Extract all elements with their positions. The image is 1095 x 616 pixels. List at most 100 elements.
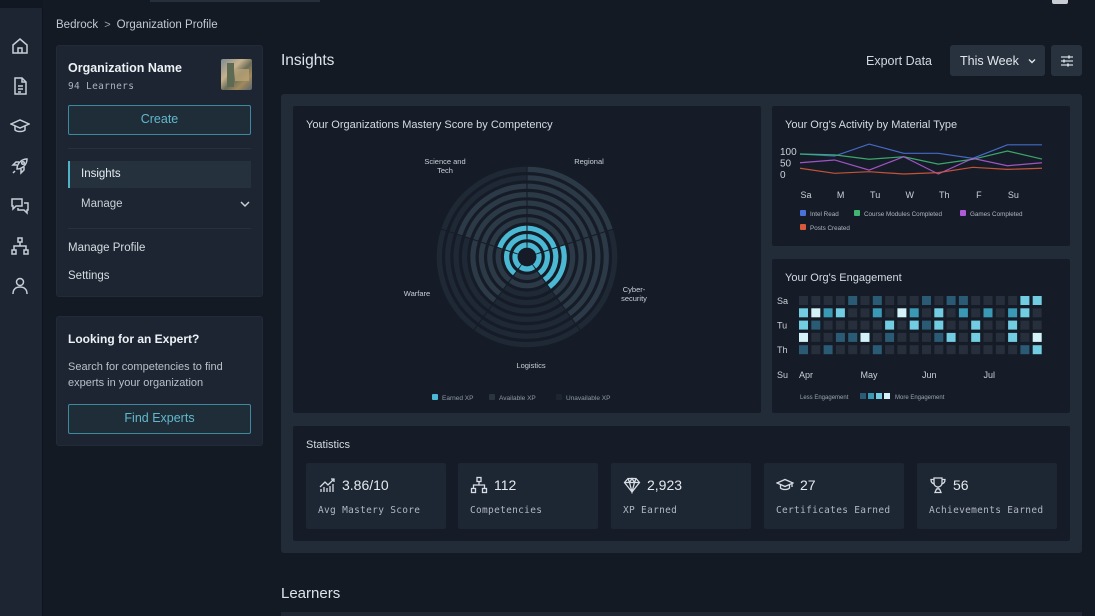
breadcrumb-root[interactable]: Bedrock	[56, 19, 98, 31]
breadcrumb: Bedrock > Organization Profile	[56, 19, 218, 31]
heatmap-cell	[811, 296, 821, 305]
heatmap-cell	[1008, 345, 1018, 355]
heatmap-cell	[983, 320, 993, 330]
nav-manage-profile[interactable]: Manage Profile	[68, 242, 145, 254]
line-legend-label: Posts Created	[810, 225, 850, 232]
heatmap-cell	[823, 308, 833, 318]
home-icon[interactable]	[10, 36, 30, 56]
heatmap-cell	[958, 320, 968, 330]
line-x-tick: M	[837, 190, 845, 200]
radial-segment-available	[513, 271, 541, 280]
learners-table-top	[281, 612, 1082, 616]
heatmap-cell	[860, 296, 870, 305]
heatmap-cell	[1020, 345, 1030, 355]
heatmap-legend-less: Less Engagement	[800, 395, 849, 401]
heatmap-cell	[848, 345, 858, 355]
nav-manage-label: Manage	[81, 198, 123, 210]
stat-label: XP Earned	[623, 505, 678, 516]
find-experts-button[interactable]: Find Experts	[68, 404, 251, 434]
heatmap-cell	[835, 308, 845, 318]
heatmap-cell	[1008, 308, 1018, 318]
heatmap-cell	[1020, 308, 1030, 318]
radial-legend-swatch	[489, 394, 495, 400]
export-data-link[interactable]: Export Data	[866, 54, 932, 68]
heatmap-cell	[909, 320, 919, 330]
heatmap-cell	[799, 296, 808, 305]
graduation-cap-icon[interactable]	[9, 116, 31, 136]
heatmap-legend-swatch	[860, 393, 866, 399]
heatmap-cell	[872, 345, 882, 355]
heatmap-cell	[1008, 296, 1018, 305]
heatmap-cell	[799, 308, 808, 318]
heatmap-cell	[799, 332, 808, 342]
heatmap-cell	[897, 296, 907, 305]
line-x-tick: Su	[1008, 190, 1019, 200]
period-select[interactable]: This Week	[950, 45, 1045, 76]
radial-category-label: Regional	[574, 157, 604, 166]
learner-count: 94 Learners	[68, 81, 135, 92]
heatmap-cell	[971, 308, 981, 318]
document-icon[interactable]	[10, 76, 30, 96]
heatmap-cell	[799, 345, 808, 355]
heatmap-cell	[909, 345, 919, 355]
rail-top	[0, 0, 43, 8]
trophy-icon	[929, 476, 947, 494]
insights-panel: Your Organizations Mastery Score by Comp…	[281, 94, 1082, 553]
nav-insights[interactable]: Insights	[68, 161, 251, 188]
line-legend-swatch	[854, 210, 860, 216]
heatmap-row-label: Tu	[777, 321, 787, 331]
nav-settings[interactable]: Settings	[68, 270, 110, 282]
window-control[interactable]	[1052, 0, 1068, 4]
icon-rail	[0, 0, 43, 616]
heatmap-cell	[946, 345, 956, 355]
heatmap-cell	[995, 345, 1005, 355]
heatmap-month-label: Jul	[984, 370, 996, 380]
breadcrumb-current: Organization Profile	[116, 19, 218, 31]
heatmap-cell	[983, 332, 993, 342]
heatmap-cell	[848, 332, 858, 342]
heatmap-legend-swatch	[868, 393, 874, 399]
line-y-tick: 0	[780, 170, 786, 181]
line-y-tick: 50	[780, 159, 792, 170]
radial-segment-earned	[513, 242, 527, 255]
stat-card-mastery: 3.86/10 Avg Mastery Score	[306, 463, 446, 529]
heatmap-cell	[897, 320, 907, 330]
heatmap-legend-swatch	[876, 393, 882, 399]
heatmap-cell	[897, 308, 907, 318]
line-x-tick: Sa	[800, 190, 811, 200]
heatmap-cell	[958, 332, 968, 342]
heatmap-cell	[860, 320, 870, 330]
heatmap-cell	[922, 308, 931, 318]
expert-card-description: Search for competencies to find experts …	[68, 361, 223, 389]
heatmap-cell	[835, 332, 845, 342]
rocket-icon[interactable]	[10, 156, 30, 176]
radial-legend-label: Available XP	[499, 395, 536, 402]
line-x-tick: W	[905, 190, 914, 200]
graduation-cap-icon	[775, 476, 795, 494]
learners-section-title: Learners	[281, 585, 341, 602]
divider	[68, 148, 251, 149]
sliders-icon	[1060, 55, 1073, 66]
line-legend-label: Course Modules Completed	[864, 211, 943, 218]
line-legend-label: Intel Read	[810, 211, 839, 218]
heatmap-cell	[835, 320, 845, 330]
activity-chart-panel: Your Org's Activity by Material Type 100…	[772, 106, 1070, 246]
chat-icon[interactable]	[10, 196, 30, 216]
create-button[interactable]: Create	[68, 105, 251, 135]
line-series-posts-created	[799, 166, 1043, 175]
org-chart-icon[interactable]	[10, 236, 30, 256]
radial-segment-earned	[527, 242, 541, 255]
heatmap-cell	[872, 332, 882, 342]
heatmap-cell	[971, 296, 981, 305]
radial-category-label: Warfare	[404, 289, 430, 298]
nav-manage[interactable]: Manage	[81, 196, 251, 212]
user-icon[interactable]	[10, 276, 30, 296]
heatmap-row-label: Sa	[777, 296, 788, 306]
engagement-heatmap: Sa Tu Th Su Apr May Jun Jul Less Engagement Mor…	[777, 296, 1042, 401]
heatmap-cell	[946, 320, 956, 330]
heatmap-cell	[811, 332, 821, 342]
filter-button[interactable]	[1051, 45, 1082, 76]
heatmap-cell	[811, 308, 821, 318]
heatmap-cell	[885, 320, 895, 330]
radial-segment-earned	[512, 253, 522, 269]
